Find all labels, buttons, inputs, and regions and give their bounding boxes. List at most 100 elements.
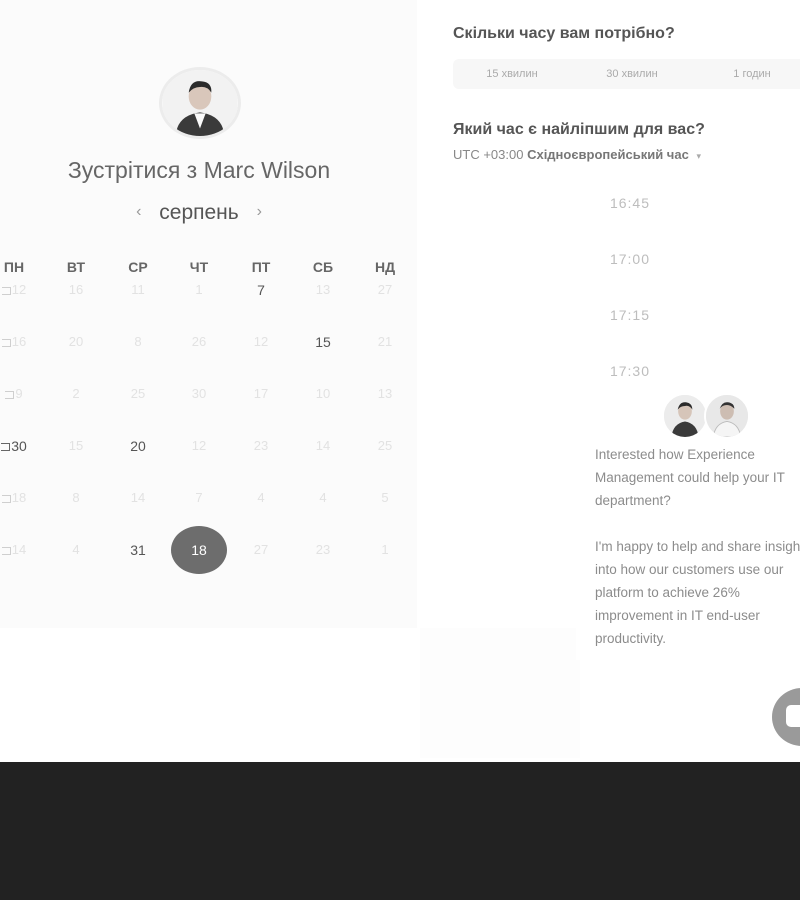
calendar-day[interactable]: 12	[238, 329, 284, 355]
calendar-day[interactable]: 23	[238, 433, 284, 459]
calendar-day[interactable]: 12	[176, 433, 222, 459]
calendar-day-number: 9	[15, 386, 23, 401]
calendar-day-number: 27	[377, 282, 393, 297]
calendar-day[interactable]: 10	[300, 381, 346, 407]
calendar-day[interactable]: 8	[115, 329, 161, 355]
timezone-selector[interactable]: UTC +03:00 Східноєвропейський час ▾	[453, 147, 701, 162]
calendar-day-number: 5	[381, 490, 389, 505]
calendar-panel: Зустрітися з Marc Wilson ‹ серпень › ПН В…	[0, 0, 417, 628]
calendar-day[interactable]: 25	[115, 381, 161, 407]
calendar-day-number: 23	[315, 542, 331, 557]
calendar-day-number: 12	[191, 438, 207, 453]
calendar-day[interactable]: 17	[238, 381, 284, 407]
calendar-day-number: 14	[130, 490, 146, 505]
calendar-day[interactable]: 8	[53, 485, 99, 511]
calendar-day[interactable]: 9	[0, 381, 37, 407]
calendar-day-number: 12	[11, 282, 27, 297]
calendar-day-number: 4	[72, 542, 80, 557]
month-label: серпень	[159, 201, 239, 224]
calendar-day[interactable]: 1	[362, 537, 408, 563]
month-navigation: ‹ серпень ›	[0, 201, 398, 225]
chevron-left-icon[interactable]: ‹	[128, 203, 149, 221]
weekday-label: ЧТ	[189, 259, 209, 275]
calendar-day-number: 16	[68, 282, 84, 297]
calendar-icon	[1, 338, 11, 347]
calendar-day-number: 18	[191, 542, 207, 558]
calendar-day-number: 17	[253, 386, 269, 401]
time-slot[interactable]: 16:45	[575, 188, 685, 218]
calendar-day-number: 8	[134, 334, 142, 349]
calendar-day[interactable]: 30	[176, 381, 222, 407]
calendar-day[interactable]: 12	[0, 277, 37, 303]
calendar-day-number: 7	[257, 282, 265, 298]
time-slot[interactable]: 17:30	[575, 356, 685, 386]
timezone-offset: UTC +03:00	[453, 147, 524, 162]
calendar-day[interactable]: 7	[238, 277, 284, 303]
calendar-day-number: 21	[377, 334, 393, 349]
calendar-day[interactable]: 7	[176, 485, 222, 511]
calendar-day[interactable]: 26	[176, 329, 222, 355]
meeting-title: Зустрітися з Marc Wilson	[67, 157, 331, 183]
calendar-day[interactable]: 16	[0, 329, 37, 355]
team-avatars	[662, 393, 754, 439]
calendar-day[interactable]: 15	[300, 329, 346, 355]
calendar-day[interactable]: 13	[362, 381, 408, 407]
calendar-day[interactable]: 30	[0, 433, 37, 459]
calendar-day[interactable]: 27	[362, 277, 408, 303]
calendar-icon	[5, 390, 15, 399]
calendar-day-number: 12	[253, 334, 269, 349]
time-question: Який час є найліпшим для вас?	[453, 121, 705, 138]
calendar-day-number: 15	[315, 334, 331, 350]
time-slot[interactable]: 17:15	[575, 300, 685, 330]
calendar-day[interactable]: 11	[115, 277, 161, 303]
weekday-label: СР	[128, 259, 148, 275]
calendar-day-number: 25	[377, 438, 393, 453]
calendar-day[interactable]: 15	[53, 433, 99, 459]
duration-option-30[interactable]: 30 хвилин	[573, 59, 691, 89]
calendar-day[interactable]: 13	[300, 277, 346, 303]
calendar-day-number: 15	[68, 438, 84, 453]
time-slot[interactable]: 17:00	[575, 244, 685, 274]
duration-option-15[interactable]: 15 хвилин	[453, 59, 571, 89]
calendar-day[interactable]: 14	[115, 485, 161, 511]
calendar-day[interactable]: 14	[300, 433, 346, 459]
calendar-day[interactable]: 31	[115, 537, 161, 563]
calendar-day-number: 16	[11, 334, 27, 349]
calendar-day-number: 20	[130, 438, 146, 454]
duration-option-60[interactable]: 1 годин	[693, 59, 800, 89]
person-icon	[162, 70, 238, 136]
calendar-day[interactable]: 4	[53, 537, 99, 563]
calendar-day-selected[interactable]: 18	[171, 526, 227, 574]
host-avatar	[159, 67, 241, 139]
calendar-day[interactable]: 4	[300, 485, 346, 511]
calendar-day[interactable]: 1	[176, 277, 222, 303]
chevron-right-icon[interactable]: ›	[249, 203, 270, 221]
calendar-day-number: 8	[72, 490, 80, 505]
calendar-day-number: 14	[11, 542, 27, 557]
calendar-day[interactable]: 25	[362, 433, 408, 459]
calendar-icon	[1, 546, 11, 555]
calendar-day[interactable]: 14	[0, 537, 37, 563]
background-block	[420, 628, 580, 758]
calendar-day-number: 7	[195, 490, 203, 505]
calendar-day-number: 31	[130, 542, 146, 558]
duration-question: Скільки часу вам потрібно?	[453, 25, 675, 42]
team-member-avatar	[662, 393, 708, 439]
chat-bubble-icon	[786, 705, 800, 727]
caret-down-icon: ▾	[696, 151, 701, 161]
calendar-day[interactable]: 20	[115, 433, 161, 459]
calendar-day[interactable]: 20	[53, 329, 99, 355]
person-icon	[664, 395, 706, 437]
calendar-day[interactable]: 16	[53, 277, 99, 303]
chat-launcher-button[interactable]	[772, 688, 800, 746]
calendar-day[interactable]: 2	[53, 381, 99, 407]
calendar-day-number: 18	[11, 490, 27, 505]
person-icon	[706, 395, 748, 437]
calendar-day[interactable]: 23	[300, 537, 346, 563]
calendar-day[interactable]: 18	[0, 485, 37, 511]
calendar-icon	[1, 286, 11, 295]
calendar-day[interactable]: 27	[238, 537, 284, 563]
calendar-day[interactable]: 21	[362, 329, 408, 355]
calendar-day[interactable]: 4	[238, 485, 284, 511]
calendar-day[interactable]: 5	[362, 485, 408, 511]
